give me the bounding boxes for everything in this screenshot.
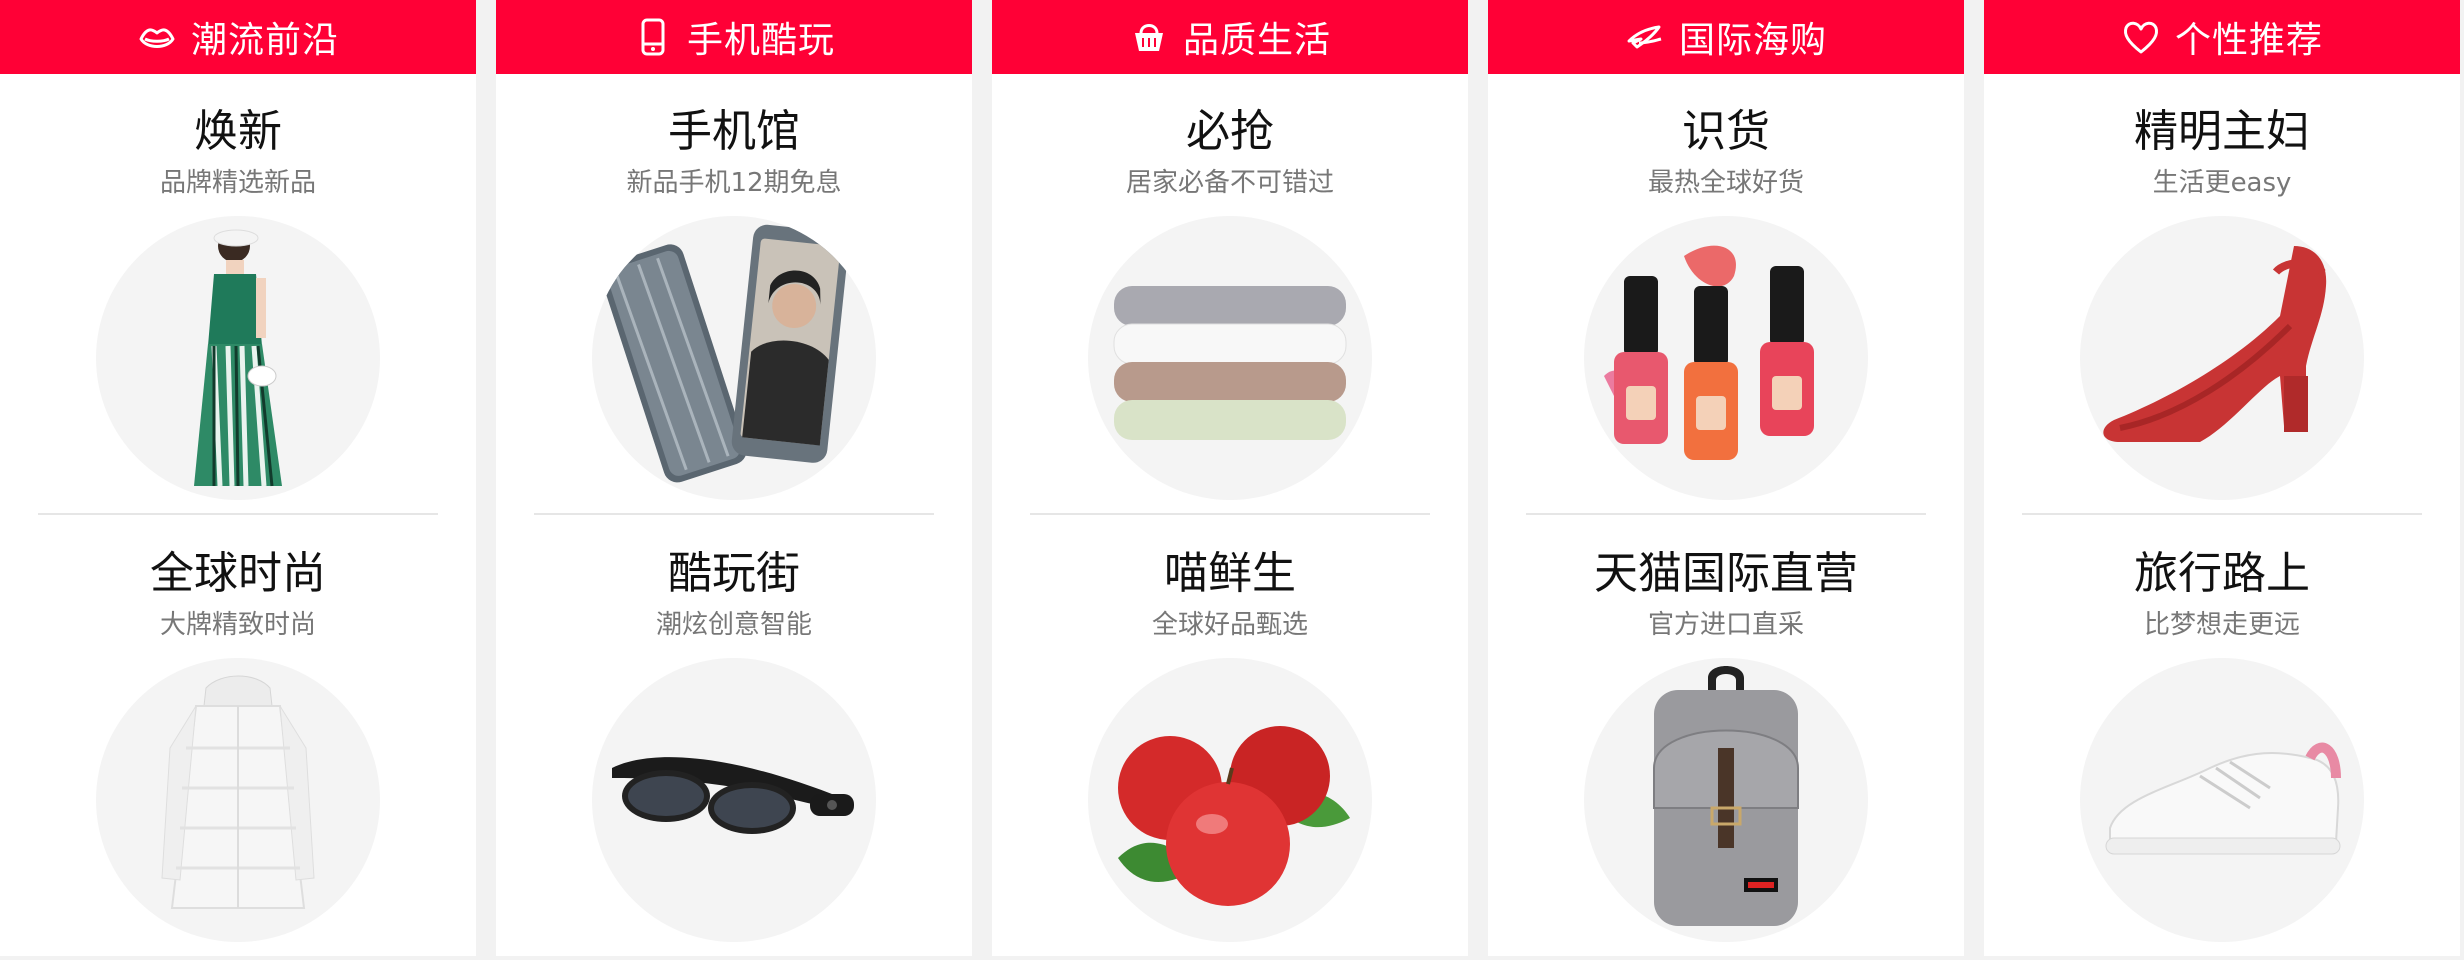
- promo-subtitle: 潮炫创意智能: [655, 610, 812, 640]
- smartphone-image: [592, 216, 876, 500]
- promo-title: 手机馆: [668, 106, 800, 157]
- section-divider: [1526, 513, 1926, 515]
- category-column-recommend: 个性推荐 精明主妇 生活更easy 旅行路上 比梦想走更远: [1984, 0, 2460, 956]
- promo-card-good-finds[interactable]: 识货 最热全球好货: [1488, 74, 1964, 516]
- smart-glasses-image: [592, 658, 876, 942]
- promo-card-must-buy[interactable]: 必抢 居家必备不可错过: [992, 74, 1468, 516]
- basket-icon: [1129, 17, 1169, 57]
- lips-icon: [137, 17, 177, 57]
- promo-card-fresh-food[interactable]: 喵鲜生 全球好品甄选: [992, 516, 1468, 958]
- category-header-label: 品质生活: [1182, 20, 1331, 61]
- section-divider: [1030, 513, 1430, 515]
- category-header-fashion[interactable]: 潮流前沿: [0, 0, 476, 74]
- phone-icon: [633, 17, 673, 57]
- promo-subtitle: 新品手机12期免息: [626, 168, 842, 198]
- promo-subtitle: 官方进口直采: [1647, 610, 1804, 640]
- red-sandal-image: [2080, 216, 2364, 500]
- category-column-global-shopping: 国际海购 识货 最热全球好货 天猫国际直营 官方进口直采: [1488, 0, 1964, 956]
- backpack-image: [1584, 658, 1868, 942]
- promo-subtitle: 最热全球好货: [1647, 168, 1804, 198]
- promo-subtitle: 比梦想走更远: [2143, 610, 2300, 640]
- promo-card-phone-hall[interactable]: 手机馆 新品手机12期免息: [496, 74, 972, 516]
- category-column-fashion: 潮流前沿 焕新 品牌精选新品 全球时尚 大牌精致时尚: [0, 0, 476, 956]
- category-header-label: 个性推荐: [2174, 20, 2323, 61]
- category-header-phones[interactable]: 手机酷玩: [496, 0, 972, 74]
- promo-subtitle: 居家必备不可错过: [1125, 168, 1334, 198]
- promo-subtitle: 生活更easy: [2152, 168, 2292, 198]
- promo-title: 识货: [1682, 106, 1770, 157]
- white-down-coat-image: [96, 658, 380, 942]
- towel-stack-image: [1088, 216, 1372, 500]
- promo-title: 必抢: [1186, 106, 1274, 157]
- category-header-recommend[interactable]: 个性推荐: [1984, 0, 2460, 74]
- category-header-label: 手机酷玩: [686, 20, 835, 61]
- category-header-global-shopping[interactable]: 国际海购: [1488, 0, 1964, 74]
- category-column-phones: 手机酷玩 手机馆 新品手机12期免息 酷玩街 潮炫创意智能: [496, 0, 972, 956]
- nail-polish-image: [1584, 216, 1868, 500]
- promo-card-travel[interactable]: 旅行路上 比梦想走更远: [1984, 516, 2460, 958]
- promo-title: 旅行路上: [2134, 548, 2310, 599]
- white-sneaker-image: [2080, 658, 2364, 942]
- promo-title: 天猫国际直营: [1594, 548, 1858, 599]
- promo-title: 焕新: [194, 106, 282, 157]
- promo-subtitle: 全球好品甄选: [1151, 610, 1308, 640]
- promo-title: 全球时尚: [150, 548, 326, 599]
- plane-icon: [1625, 17, 1665, 57]
- promo-card-tmall-global[interactable]: 天猫国际直营 官方进口直采: [1488, 516, 1964, 958]
- promo-title: 喵鲜生: [1164, 548, 1296, 599]
- section-divider: [534, 513, 934, 515]
- category-column-quality-life: 品质生活 必抢 居家必备不可错过 喵鲜生 全球好品甄选: [992, 0, 1468, 956]
- section-divider: [38, 513, 438, 515]
- promo-card-global-fashion[interactable]: 全球时尚 大牌精致时尚: [0, 516, 476, 958]
- promo-card-cool-gadgets[interactable]: 酷玩街 潮炫创意智能: [496, 516, 972, 958]
- apples-image: [1088, 658, 1372, 942]
- promo-subtitle: 品牌精选新品: [159, 168, 316, 198]
- section-divider: [2022, 513, 2422, 515]
- promo-title: 精明主妇: [2134, 106, 2310, 157]
- promo-subtitle: 大牌精致时尚: [159, 610, 316, 640]
- promo-title: 酷玩街: [668, 548, 800, 599]
- promo-card-smart-housewife[interactable]: 精明主妇 生活更easy: [1984, 74, 2460, 516]
- category-header-quality-life[interactable]: 品质生活: [992, 0, 1468, 74]
- category-header-label: 国际海购: [1678, 20, 1827, 61]
- fashion-model-image: [96, 216, 380, 500]
- heart-icon: [2121, 17, 2161, 57]
- category-header-label: 潮流前沿: [190, 20, 339, 61]
- promo-card-new-arrivals[interactable]: 焕新 品牌精选新品: [0, 74, 476, 516]
